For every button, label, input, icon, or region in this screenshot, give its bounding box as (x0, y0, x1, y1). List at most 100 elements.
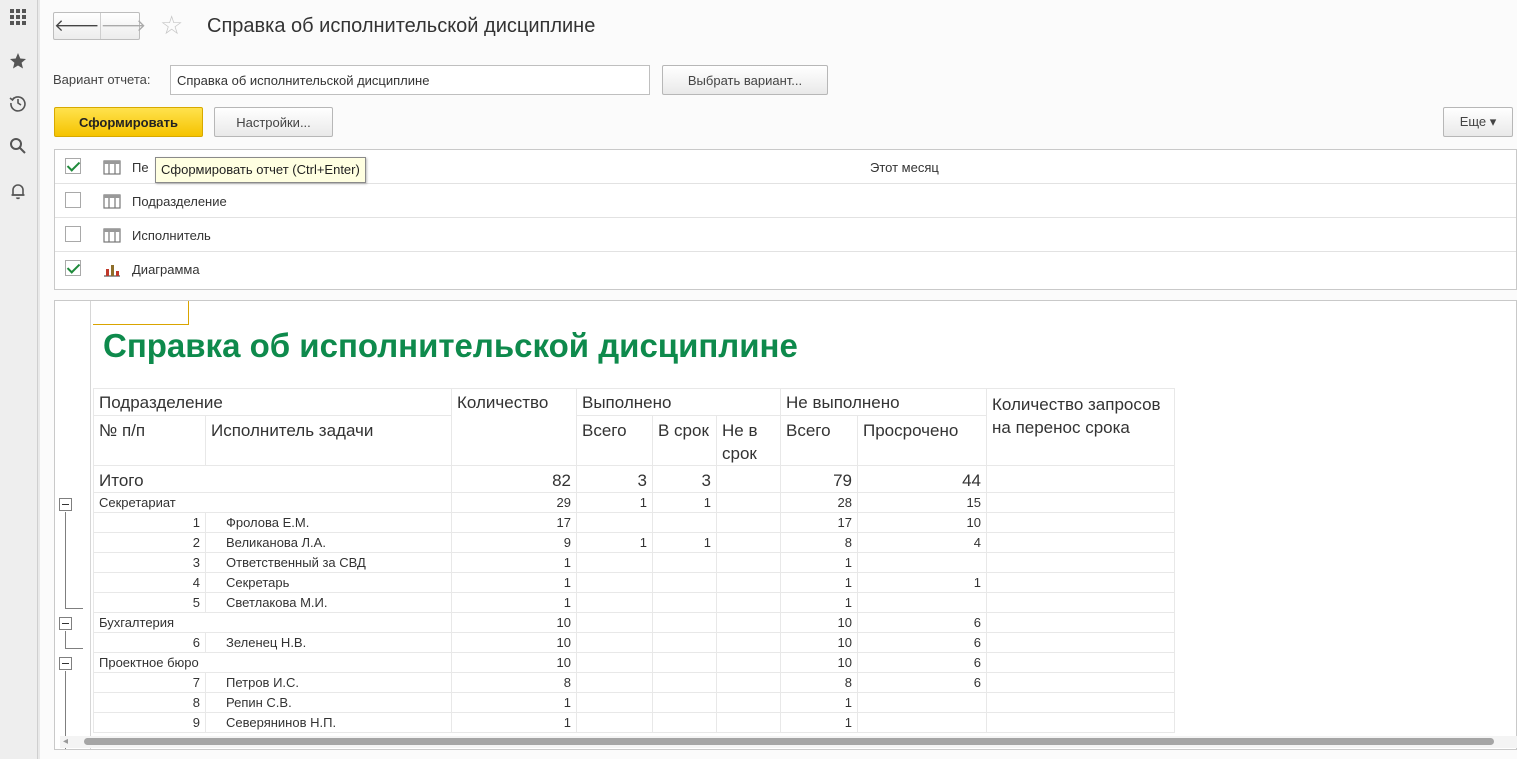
cell-done-on-time (652, 692, 717, 713)
cell-postpone (986, 572, 1175, 593)
cell-done-on-time (652, 652, 717, 673)
header-count: Количество (451, 388, 577, 466)
row-number: 7 (93, 672, 206, 693)
group-row[interactable]: Проектное бюро 10 10 6 (93, 652, 1175, 673)
header-overdue: Просрочено (857, 415, 987, 466)
department-name: Секретариат (93, 492, 452, 513)
cell-done-on-time (652, 592, 717, 613)
cell-not-done-total: 10 (780, 612, 858, 633)
cell-count: 1 (451, 572, 577, 593)
cell-done-late (716, 592, 781, 613)
cell-done-total (576, 632, 653, 653)
cell-postpone (986, 632, 1175, 653)
header-done-on-time: В срок (652, 415, 717, 466)
cell-postpone (986, 672, 1175, 693)
setting-checkbox[interactable] (65, 226, 81, 242)
header-not-done: Не выполнено (780, 388, 987, 416)
choose-variant-button[interactable]: Выбрать вариант... (662, 65, 828, 95)
table-row[interactable]: 5 Светлакова М.И. 1 1 (93, 592, 1175, 613)
variant-label: Вариант отчета: (53, 72, 151, 87)
search-icon[interactable] (6, 135, 30, 159)
cell-overdue: 6 (857, 652, 987, 673)
setting-checkbox[interactable] (65, 260, 81, 276)
settings-button[interactable]: Настройки... (214, 107, 333, 137)
cell-done-on-time (652, 612, 717, 633)
cell-count: 8 (451, 672, 577, 693)
row-number: 9 (93, 712, 206, 733)
table-row[interactable]: 1 Фролова Е.М. 17 17 10 (93, 512, 1175, 533)
cell-done-late (716, 672, 781, 693)
cell-not-done-total: 1 (780, 552, 858, 573)
back-button[interactable]: 🡐 (54, 13, 100, 39)
apps-grid-icon[interactable] (6, 6, 30, 30)
table-row[interactable]: 6 Зеленец Н.В. 10 10 6 (93, 632, 1175, 653)
executor-name: Северянинов Н.П. (205, 712, 452, 733)
side-panel (0, 0, 38, 759)
cell-done-late (716, 572, 781, 593)
active-cell[interactable] (93, 301, 189, 325)
history-icon[interactable] (6, 92, 30, 116)
favorite-star-icon[interactable]: ☆ (160, 11, 183, 39)
cell-count: 9 (451, 532, 577, 553)
header-department: Подразделение (93, 388, 452, 416)
cell-done-total (576, 612, 653, 633)
cell-not-done-total: 10 (780, 652, 858, 673)
executor-name: Фролова Е.М. (205, 512, 452, 533)
executor-name: Великанова Л.А. (205, 532, 452, 553)
table-row[interactable]: 3 Ответственный за СВД 1 1 (93, 552, 1175, 573)
generate-tooltip: Сформировать отчет (Ctrl+Enter) (155, 157, 366, 183)
cell-overdue: 10 (857, 512, 987, 533)
group-row[interactable]: Секретариат 29 1 1 28 15 (93, 492, 1175, 513)
variant-field[interactable] (170, 65, 650, 95)
forward-button[interactable]: 🡒 (99, 13, 146, 39)
setting-row-executor: Исполнитель (55, 218, 1516, 252)
group-line (65, 631, 66, 648)
setting-label: Диаграмма (132, 262, 200, 277)
total-postpone (986, 465, 1175, 493)
cell-postpone (986, 512, 1175, 533)
cell-done-on-time: 1 (652, 532, 717, 553)
cell-done-on-time (652, 572, 717, 593)
favorites-star-icon[interactable] (6, 50, 30, 74)
cell-done-on-time: 1 (652, 492, 717, 513)
scroll-left-icon[interactable]: ◂ (63, 736, 68, 747)
cell-overdue: 6 (857, 612, 987, 633)
generate-button[interactable]: Сформировать (54, 107, 203, 137)
table-row[interactable]: 8 Репин С.В. 1 1 (93, 692, 1175, 713)
setting-checkbox[interactable] (65, 192, 81, 208)
table-row[interactable]: 2 Великанова Л.А. 9 1 1 8 4 (93, 532, 1175, 553)
table-header-row: Подразделение Количество Выполнено Не вы… (93, 388, 1175, 466)
cell-done-late (716, 632, 781, 653)
cell-done-late (716, 652, 781, 673)
table-row[interactable]: 9 Северянинов Н.П. 1 1 (93, 712, 1175, 733)
scrollbar-thumb[interactable] (84, 738, 1494, 745)
cell-done-total (576, 672, 653, 693)
total-not-done: 79 (780, 465, 858, 493)
horizontal-scrollbar[interactable]: ◂ (60, 736, 1517, 748)
more-button[interactable]: Еще ▾ (1443, 107, 1513, 137)
total-done: 3 (576, 465, 653, 493)
executor-name: Зеленец Н.В. (205, 632, 452, 653)
row-number: 2 (93, 532, 206, 553)
cell-done-on-time (652, 512, 717, 533)
cell-not-done-total: 8 (780, 672, 858, 693)
cell-count: 10 (451, 612, 577, 633)
table-row[interactable]: 4 Секретарь 1 1 1 (93, 572, 1175, 593)
cell-overdue: 4 (857, 532, 987, 553)
group-line (65, 648, 83, 649)
group-row[interactable]: Бухгалтерия 10 10 6 (93, 612, 1175, 633)
executor-name: Репин С.В. (205, 692, 452, 713)
cell-done-total (576, 512, 653, 533)
cell-count: 1 (451, 712, 577, 733)
collapse-group-icon[interactable] (59, 498, 72, 511)
cell-not-done-total: 1 (780, 712, 858, 733)
collapse-group-icon[interactable] (59, 657, 72, 670)
department-name: Проектное бюро (93, 652, 452, 673)
table-row[interactable]: 7 Петров И.С. 8 8 6 (93, 672, 1175, 693)
group-line (65, 608, 83, 609)
setting-value[interactable]: Этот месяц (870, 160, 939, 175)
setting-row-department: Подразделение (55, 184, 1516, 218)
notifications-bell-icon[interactable] (6, 180, 30, 204)
setting-checkbox[interactable] (65, 158, 81, 174)
collapse-group-icon[interactable] (59, 617, 72, 630)
